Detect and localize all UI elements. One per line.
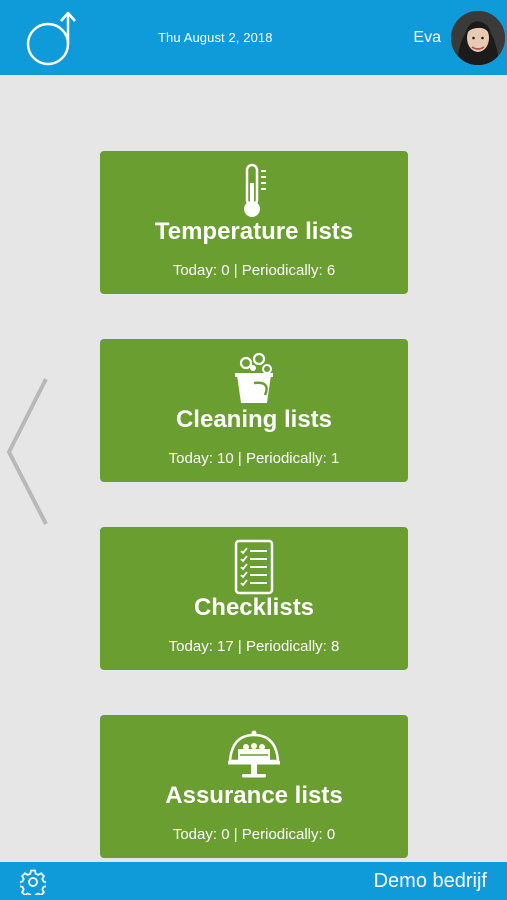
card-stats: Today: 17 | Periodically: 8 bbox=[168, 638, 340, 655]
app-logo-icon[interactable] bbox=[24, 8, 80, 68]
card-stats: Today: 10 | Periodically: 1 bbox=[168, 450, 340, 467]
checklist-icon bbox=[234, 539, 274, 595]
card-stats: Today: 0 | Periodically: 6 bbox=[172, 262, 336, 279]
card-title: Checklists bbox=[193, 594, 315, 621]
user-avatar[interactable] bbox=[451, 11, 505, 65]
current-date: Thu August 2, 2018 bbox=[158, 30, 273, 45]
chevron-left-icon[interactable] bbox=[4, 376, 52, 526]
app-header: Thu August 2, 2018 Eva bbox=[0, 0, 507, 75]
card-temperature-lists[interactable]: Temperature lists Today: 0 | Periodicall… bbox=[100, 151, 408, 294]
card-stats: Today: 0 | Periodically: 0 bbox=[172, 826, 336, 843]
cake-stand-icon bbox=[228, 730, 280, 778]
company-name: Demo bedrijf bbox=[373, 870, 487, 892]
app-footer: Demo bedrijf bbox=[0, 862, 507, 900]
thermometer-icon bbox=[244, 163, 266, 217]
card-title: Temperature lists bbox=[154, 218, 354, 245]
card-checklists[interactable]: Checklists Today: 17 | Periodically: 8 bbox=[100, 527, 408, 670]
cleaning-bucket-icon bbox=[235, 352, 273, 403]
card-assurance-lists[interactable]: Assurance lists Today: 0 | Periodically:… bbox=[100, 715, 408, 858]
user-name[interactable]: Eva bbox=[413, 29, 441, 47]
card-title: Cleaning lists bbox=[175, 406, 333, 433]
card-cleaning-lists[interactable]: Cleaning lists Today: 10 | Periodically:… bbox=[100, 339, 408, 482]
card-title: Assurance lists bbox=[165, 782, 343, 809]
gear-icon[interactable] bbox=[20, 869, 46, 895]
